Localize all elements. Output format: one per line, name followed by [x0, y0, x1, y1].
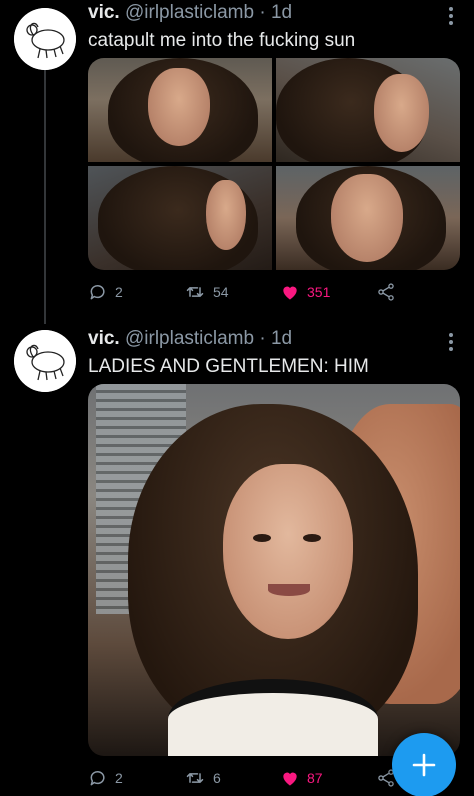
retweet-icon	[186, 287, 204, 297]
share-icon	[378, 283, 394, 301]
media-photo[interactable]	[88, 58, 272, 162]
retweet-count: 54	[213, 284, 229, 300]
retweet-button[interactable]: 54	[184, 280, 229, 304]
retweet-icon	[186, 773, 204, 783]
tweet-actions: 2 54 351	[88, 280, 408, 304]
tweet[interactable]: vic. @irlplasticlamb · 1d catapult me in…	[0, 0, 474, 318]
like-button[interactable]: 351	[280, 280, 330, 304]
avatar[interactable]	[14, 330, 76, 392]
compose-tweet-button[interactable]	[392, 733, 456, 796]
display-name[interactable]: vic.	[88, 328, 120, 349]
reply-button[interactable]: 2	[88, 766, 123, 790]
more-icon[interactable]	[448, 332, 454, 357]
media-photo[interactable]	[276, 58, 460, 162]
like-count: 351	[307, 284, 331, 300]
reply-count: 2	[115, 770, 123, 786]
share-button[interactable]	[376, 280, 396, 304]
handle[interactable]: @irlplasticlamb	[125, 2, 254, 23]
face	[223, 464, 353, 639]
display-name[interactable]: vic.	[88, 2, 120, 23]
like-count: 87	[307, 770, 323, 786]
tweet-header: vic. @irlplasticlamb · 1d	[88, 328, 292, 350]
tweet-actions: 2 6 87	[88, 766, 408, 790]
shirt	[168, 679, 378, 756]
media-photo[interactable]	[88, 384, 460, 756]
reply-button[interactable]: 2	[88, 280, 123, 304]
separator: ·	[259, 2, 266, 23]
more-icon[interactable]	[448, 6, 454, 31]
media-grid	[88, 58, 460, 270]
handle[interactable]: @irlplasticlamb	[125, 328, 254, 349]
timestamp[interactable]: 1d	[271, 328, 292, 349]
tweet[interactable]: vic. @irlplasticlamb · 1d LADIES AND GEN…	[0, 318, 474, 796]
heart-icon	[283, 286, 297, 300]
lamb-avatar-image	[14, 330, 76, 392]
heart-icon	[283, 772, 297, 786]
tweet-header: vic. @irlplasticlamb · 1d	[88, 2, 292, 24]
plus-icon	[412, 753, 436, 777]
media-photo[interactable]	[88, 166, 272, 270]
media-photo[interactable]	[276, 166, 460, 270]
tweet-text: LADIES AND GENTLEMEN: HIM	[88, 356, 369, 377]
tweet-text: catapult me into the fucking sun	[88, 30, 356, 51]
retweet-count: 6	[213, 770, 221, 786]
lamb-avatar-image	[14, 8, 76, 70]
retweet-button[interactable]: 6	[184, 766, 221, 790]
separator: ·	[259, 328, 266, 349]
reply-icon	[90, 285, 105, 300]
timestamp[interactable]: 1d	[271, 2, 292, 23]
like-button[interactable]: 87	[280, 766, 323, 790]
reply-count: 2	[115, 284, 123, 300]
avatar[interactable]	[14, 8, 76, 70]
reply-icon	[90, 771, 105, 786]
